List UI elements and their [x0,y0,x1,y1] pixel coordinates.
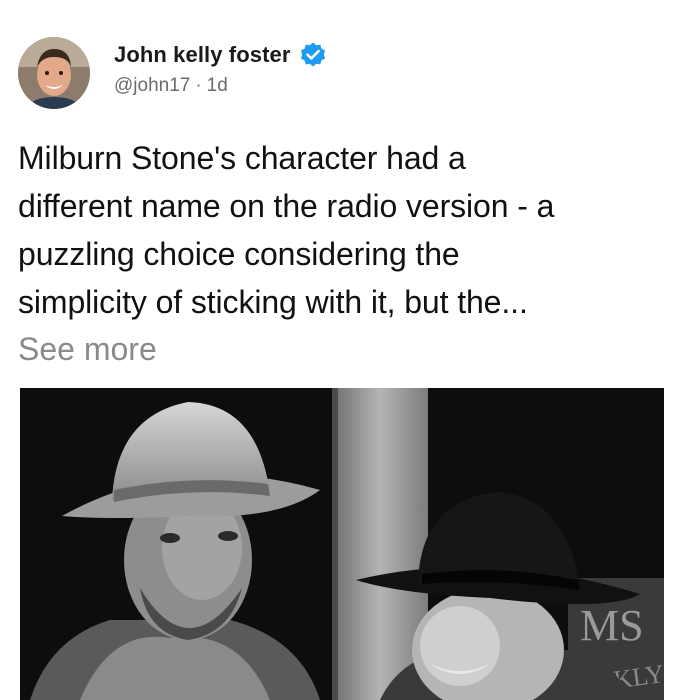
western-photo-icon: MS EEKLY [20,388,664,700]
author-name[interactable]: John kelly foster [114,42,291,68]
tweet-timestamp[interactable]: 1d [207,75,228,97]
author-handle[interactable]: @john17 [114,75,190,97]
tweet-meta: @john17 · 1d [114,75,228,97]
sign-text-top: MS [580,601,644,650]
tweet-text-line: puzzling choice considering the [18,236,460,272]
tweet-text-line: simplicity of sticking with it, but the.… [18,284,528,320]
avatar-photo-icon [18,37,90,109]
see-more-link[interactable]: See more [18,327,157,371]
tweet-text-line: different name on the radio version - a [18,188,555,224]
tweet-media-photo[interactable]: MS EEKLY [20,388,664,700]
verified-badge-icon [299,41,327,69]
tweet-body: Milburn Stone's character had a differen… [18,134,683,326]
meta-separator: · [195,75,202,96]
tweet-header: John kelly foster @john17 · 1d [18,37,678,109]
avatar[interactable] [18,37,90,109]
author-name-row: John kelly foster [114,41,327,69]
tweet-text-line: Milburn Stone's character had a [18,140,466,176]
